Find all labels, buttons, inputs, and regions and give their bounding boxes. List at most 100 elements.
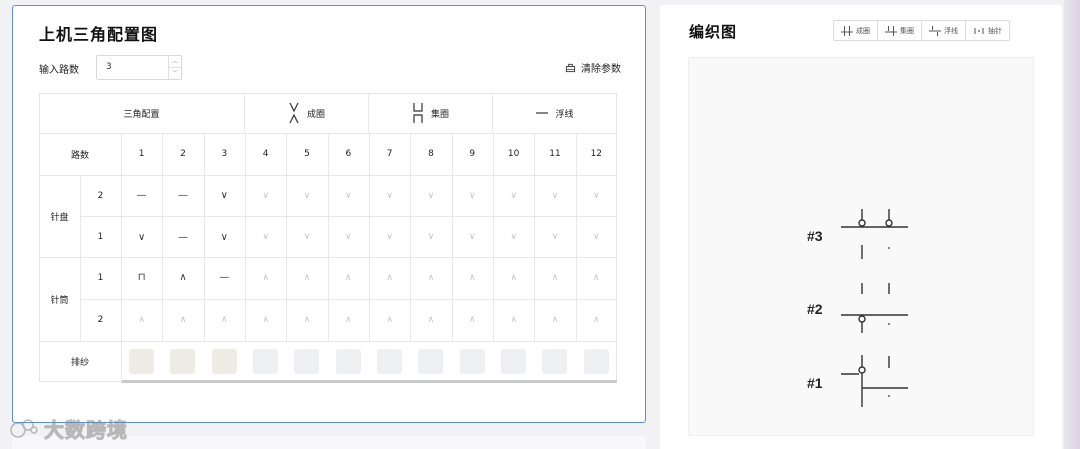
path-number: 9 — [469, 149, 476, 159]
cam-cell[interactable]: ∧ — [410, 257, 451, 298]
paths-stepper[interactable]: ︿ ﹀ — [168, 56, 181, 79]
cam-cell[interactable]: ∨ — [369, 216, 410, 258]
cam-cell[interactable]: ∧ — [162, 299, 203, 341]
cam-cell[interactable]: ∧ — [204, 299, 245, 341]
cam-cell[interactable]: ∨ — [245, 175, 286, 216]
yarn-swatch[interactable] — [376, 349, 402, 374]
course-2-stitches — [841, 283, 908, 333]
legend-float: 浮线 — [922, 21, 966, 40]
cam-cell[interactable]: ∧ — [369, 299, 410, 341]
yarn-swatch[interactable] — [335, 349, 361, 374]
triangle-config-card: 上机三角配置图 输入路数 3 ︿ ﹀ 清除参数 三角配置 成圈 集圈 浮线 路数 1 2 3 4… — [12, 5, 646, 423]
cam-cell[interactable]: ∧ — [245, 299, 286, 341]
knit-icon — [413, 103, 423, 123]
group-header-1: 成圈 — [244, 93, 368, 133]
cam-cell[interactable]: ∧ — [576, 299, 617, 341]
cam-cell[interactable]: ∨ — [121, 216, 162, 258]
path-number: 3 — [221, 149, 228, 159]
knit-diagram-canvas: #3 #2 #1 — [688, 57, 1034, 436]
cam-cell[interactable]: ∨ — [328, 175, 369, 216]
tuck-stitch-icon — [841, 25, 853, 36]
cam-cell[interactable]: ∧ — [410, 299, 451, 341]
cam-cell[interactable]: ∧ — [121, 299, 162, 341]
cam-cell[interactable]: ∨ — [576, 175, 617, 216]
group-header-0: 三角配置 — [39, 93, 244, 133]
cam-cell[interactable]: ∨ — [534, 216, 575, 258]
cam-cell[interactable]: ∧ — [328, 257, 369, 298]
table-scrollbar[interactable] — [121, 380, 617, 383]
paths-input-value[interactable]: 3 — [106, 62, 112, 72]
legend-float-label: 浮线 — [944, 26, 958, 35]
watermark-logo-icon — [10, 418, 38, 438]
watermark: 大数跨境 — [8, 414, 128, 443]
cam-cell[interactable]: ∧ — [493, 299, 534, 341]
clear-params-button[interactable]: 清除参数 — [565, 60, 621, 75]
eraser-icon — [565, 63, 576, 73]
knit-diagram-card: 编织图 成圈 集圈 浮线 抽针 #3 #2 #1 — [660, 5, 1062, 449]
chevron-up-icon[interactable]: ︿ — [169, 56, 181, 67]
float-stitch-icon — [929, 25, 941, 36]
yarn-swatch[interactable] — [542, 349, 568, 374]
cam-cell[interactable]: ∨ — [493, 175, 534, 216]
yarn-label: 排纱 — [70, 358, 89, 368]
cam-cell[interactable]: ∨ — [452, 216, 493, 258]
chevron-down-icon[interactable]: ﹀ — [169, 67, 181, 78]
row-number: 2 — [97, 190, 104, 201]
course-label-1: #1 — [807, 375, 823, 391]
cam-cell[interactable]: ∨ — [286, 175, 327, 216]
course-label-3: #3 — [807, 228, 823, 244]
cam-cell[interactable]: ∨ — [493, 216, 534, 258]
yarn-swatch[interactable] — [211, 349, 237, 374]
path-number: 6 — [345, 149, 352, 159]
window-edge — [1064, 0, 1080, 449]
path-number: 1 — [138, 149, 145, 159]
cam-cell[interactable]: ∨ — [369, 175, 410, 216]
yarn-swatch[interactable] — [252, 349, 278, 374]
cam-cell[interactable]: ∧ — [534, 299, 575, 341]
cam-cell[interactable]: ∧ — [452, 299, 493, 341]
cam-cell[interactable]: ∧ — [493, 257, 534, 298]
group-header-label: 集圈 — [430, 109, 449, 120]
cam-cell[interactable]: ∨ — [452, 175, 493, 216]
path-number: 5 — [304, 149, 310, 159]
yarn-swatch[interactable] — [129, 349, 154, 374]
yarn-swatch[interactable] — [418, 349, 444, 374]
cam-cell[interactable]: ∧ — [328, 299, 369, 341]
cam-cell[interactable]: — — [162, 216, 203, 258]
cam-cell[interactable]: — — [162, 175, 203, 216]
path-number: 2 — [180, 149, 186, 159]
cam-cell[interactable]: ∧ — [245, 257, 286, 298]
stitch-legend: 成圈 集圈 浮线 抽针 — [833, 20, 1010, 41]
cam-cell[interactable]: ∧ — [162, 257, 203, 298]
yarn-swatch[interactable] — [170, 349, 196, 374]
cam-cell[interactable]: ∧ — [286, 299, 327, 341]
cam-cell[interactable]: ∧ — [452, 257, 493, 298]
cam-cell[interactable]: ∨ — [534, 175, 575, 216]
cam-cell[interactable]: ∨ — [410, 216, 451, 258]
cam-cell[interactable]: ∨ — [328, 216, 369, 258]
cam-cell[interactable]: ∨ — [576, 216, 617, 258]
course-label-2: #2 — [807, 301, 823, 317]
cam-cell[interactable]: ∨ — [410, 175, 451, 216]
yarn-swatch[interactable] — [459, 349, 485, 374]
cam-cell[interactable]: ∨ — [204, 175, 245, 216]
cam-cell[interactable]: ∨ — [245, 216, 286, 258]
path-number: 11 — [549, 149, 561, 159]
cam-cell[interactable]: — — [121, 175, 162, 216]
dial-label: 针盘 — [50, 212, 69, 223]
yarn-swatch[interactable] — [294, 349, 320, 374]
cam-cell[interactable]: ⊓ — [121, 257, 162, 298]
paths-input[interactable]: 3 ︿ ﹀ — [96, 55, 182, 80]
yarn-swatch[interactable] — [500, 349, 526, 374]
cam-cell[interactable]: ∨ — [286, 216, 327, 258]
yarn-swatch[interactable] — [583, 349, 609, 374]
cam-cell[interactable]: ∧ — [369, 257, 410, 298]
watermark-text: 大数跨境 — [44, 418, 128, 443]
cam-cell[interactable]: — — [204, 257, 245, 298]
paths-header: 路数 — [70, 150, 89, 161]
cam-cell[interactable]: ∨ — [204, 216, 245, 258]
tuck-icon — [289, 102, 299, 124]
cam-cell[interactable]: ∧ — [576, 257, 617, 298]
cam-cell[interactable]: ∧ — [534, 257, 575, 298]
cam-cell[interactable]: ∧ — [286, 257, 327, 298]
